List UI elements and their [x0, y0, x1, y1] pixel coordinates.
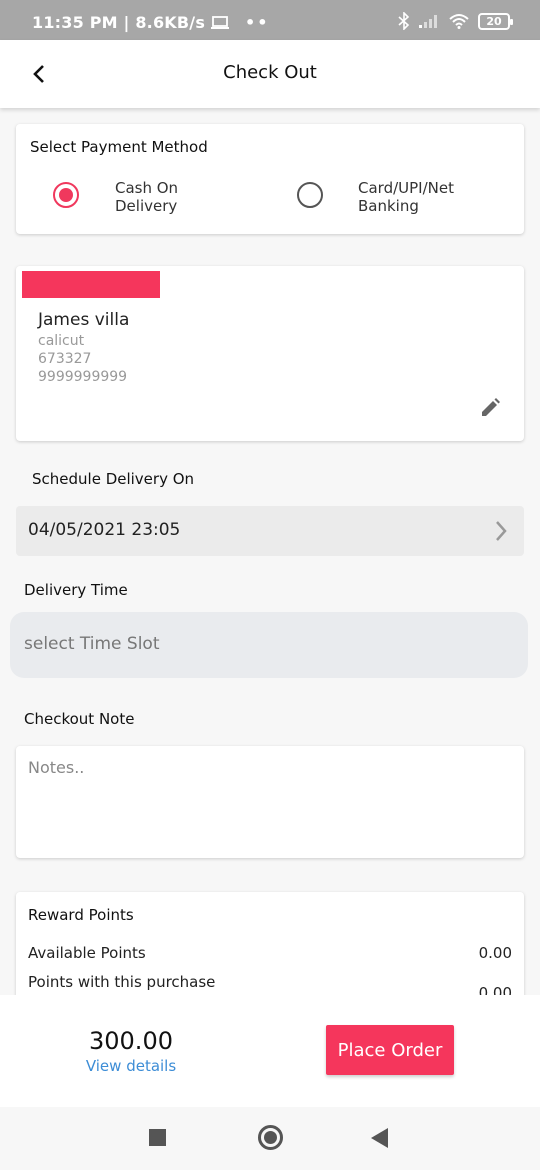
address-city: calicut — [38, 333, 85, 349]
notes-card — [16, 746, 524, 858]
card-upi-netbanking-label[interactable]: Card/UPI/Net Banking — [358, 179, 454, 215]
nav-back-icon[interactable] — [371, 1128, 388, 1148]
checkout-note-label: Checkout Note — [24, 710, 135, 728]
nav-recents-icon[interactable] — [149, 1129, 166, 1146]
available-points-value: 0.00 — [478, 944, 512, 962]
place-order-button[interactable]: Place Order — [326, 1025, 454, 1075]
nav-home-inner — [264, 1131, 277, 1144]
nav-home-icon[interactable] — [258, 1125, 283, 1150]
order-total: 300.00 — [89, 1027, 173, 1055]
schedule-delivery-label: Schedule Delivery On — [32, 470, 195, 488]
address-pincode: 673327 — [38, 351, 92, 367]
cash-on-delivery-label-line2: Delivery — [115, 197, 178, 215]
card-upi-netbanking-radio[interactable] — [297, 182, 323, 208]
edit-pencil-icon — [482, 398, 500, 416]
payment-method-title: Select Payment Method — [30, 138, 208, 156]
bluetooth-icon — [398, 12, 410, 30]
delivery-time-label: Delivery Time — [24, 581, 128, 599]
status-right: 20 — [398, 12, 513, 30]
address-card[interactable]: James villa calicut 673327 9999999999 — [16, 266, 524, 441]
edit-address-button[interactable] — [478, 396, 502, 420]
status-left: 11:35 PM | 8.6KB/s •• — [32, 13, 270, 32]
app-bar: Check Out — [0, 40, 540, 108]
time-slot-placeholder: select Time Slot — [24, 634, 160, 654]
battery-icon: 20 — [478, 12, 513, 30]
page-title: Check Out — [223, 62, 317, 83]
address-name: James villa — [38, 310, 130, 330]
status-time: 11:35 PM | 8.6KB/s — [32, 13, 206, 32]
address-phone: 9999999999 — [38, 369, 128, 385]
status-bar: 11:35 PM | 8.6KB/s •• 20 — [0, 0, 540, 40]
purchase-points-label: Points with this purchase — [28, 973, 216, 991]
notes-input[interactable] — [16, 746, 524, 858]
card-upi-label-line1: Card/UPI/Net — [358, 179, 454, 197]
view-details-link[interactable]: View details — [60, 1057, 202, 1075]
system-nav-bar — [0, 1107, 540, 1170]
radio-selected-dot — [59, 188, 73, 202]
available-points-label: Available Points — [28, 944, 146, 962]
status-dots: •• — [245, 13, 270, 32]
cash-on-delivery-label-line1: Cash On — [115, 179, 179, 197]
payment-method-card: Select Payment Method Cash On Delivery C… — [16, 124, 524, 234]
signal-icon — [419, 15, 437, 28]
card-upi-label-line2: Banking — [358, 197, 419, 215]
schedule-date-field[interactable]: 04/05/2021 23:05 — [16, 506, 524, 556]
wifi-icon — [449, 14, 469, 29]
cash-on-delivery-label[interactable]: Cash On Delivery — [115, 179, 178, 215]
address-tag-redacted — [22, 271, 160, 298]
schedule-date-value: 04/05/2021 23:05 — [28, 520, 181, 540]
laptop-icon — [211, 15, 230, 29]
reward-points-title: Reward Points — [28, 906, 134, 924]
order-summary-bar: 300.00 View details Place Order — [0, 995, 540, 1107]
chevron-right-icon — [496, 521, 507, 541]
cash-on-delivery-radio[interactable] — [53, 182, 79, 208]
time-slot-selector[interactable]: select Time Slot — [10, 612, 528, 678]
